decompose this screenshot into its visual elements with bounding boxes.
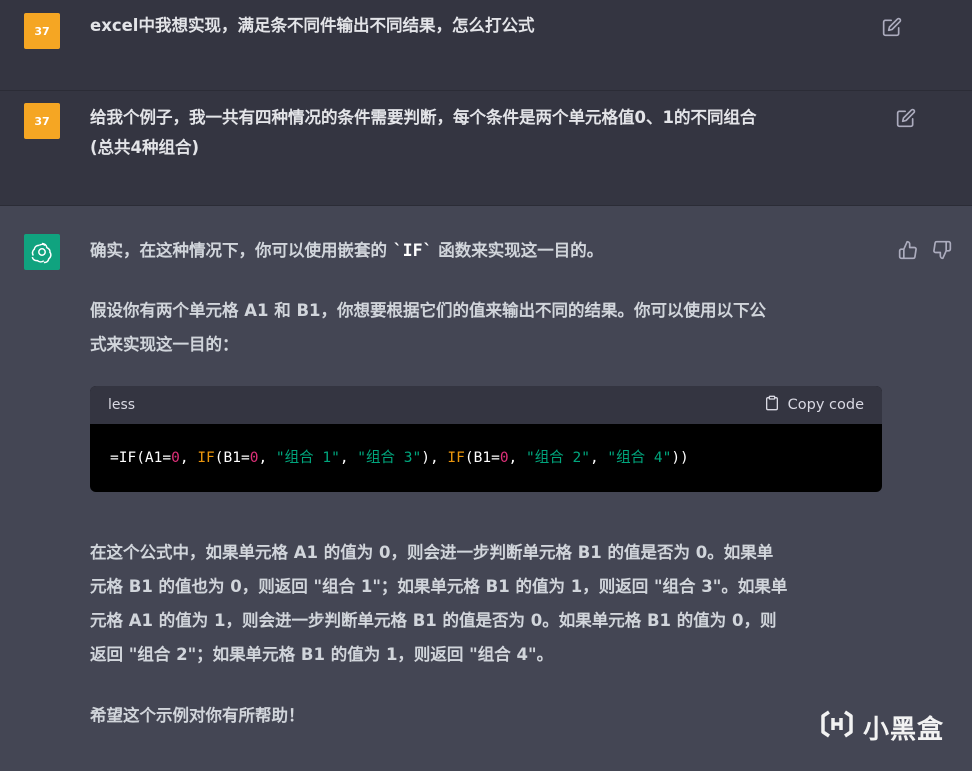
paragraph-line: 假设你有两个单元格 A1 和 B1，你想要根据它们的值来输出不同的结果。你可以使… (90, 301, 767, 320)
xiaoheihe-logo-icon (819, 706, 855, 749)
code-token: (B1= (464, 450, 500, 466)
code-token: )) (671, 450, 689, 466)
assistant-paragraph-3: 在这个公式中，如果单元格 A1 的值为 0，则会进一步判断单元格 B1 的值是否… (90, 536, 880, 672)
code-token: , (258, 450, 276, 466)
openai-logo-icon (24, 234, 60, 270)
code-token: IF (447, 450, 465, 466)
user-message-text: 给我个例子，我一共有四种情况的条件需要判断，每个条件是两个单元格值0、1的不同组… (90, 103, 880, 163)
copy-code-button[interactable]: Copy code (764, 395, 864, 415)
feedback-buttons (898, 240, 952, 264)
edit-icon[interactable] (882, 17, 902, 37)
code-token: "组合 4" (607, 450, 672, 466)
copy-code-label: Copy code (787, 397, 864, 413)
paragraph-line: 元格 A1 的值为 1，则会进一步判断单元格 B1 的值是否为 0。如果单元格 … (90, 611, 777, 630)
code-token: "组合 1" (275, 450, 340, 466)
paragraph-line: 返回 "组合 2"；如果单元格 B1 的值为 1，则返回 "组合 4"。 (90, 645, 554, 664)
code-token: , (339, 450, 358, 466)
user-avatar-label: 37 (34, 24, 50, 38)
code-token: (B1= (214, 450, 250, 466)
assistant-intro: 确实，在这种情况下，你可以使用嵌套的 `IF` 函数来实现这一目的。 (90, 234, 880, 268)
code-token: , (589, 450, 608, 466)
paragraph-line: 式来实现这一目的： (90, 335, 239, 354)
code-token: "组合 3" (357, 450, 422, 466)
watermark-text: 小黑盒 (862, 715, 944, 745)
user-avatar: 37 (24, 13, 60, 49)
user-message-text: excel中我想实现，满足条不同件输出不同结果，怎么打公式 (90, 16, 535, 35)
code-language: less (108, 397, 136, 413)
code-header: less Copy code (90, 386, 882, 424)
code-token: 0 (499, 450, 509, 466)
intro-text: 确实，在这种情况下，你可以使用嵌套的 (90, 241, 393, 260)
code-token: 0 (171, 450, 180, 466)
assistant-closing: 希望这个示例对你有所帮助！ (90, 706, 305, 725)
clipboard-icon (764, 395, 780, 415)
code-content: =IF(A1=0, IF(B1=0, "组合 1", "组合 3"), IF(B… (90, 424, 882, 489)
code-block: less Copy code =IF(A1=0, IF(B1=0, "组合 1"… (90, 386, 882, 492)
code-token: , (179, 450, 198, 466)
code-token: "组合 2" (526, 450, 590, 466)
code-token: ), (421, 450, 448, 466)
user-avatar: 37 (24, 103, 60, 139)
user-message-2: 37 给我个例子，我一共有四种情况的条件需要判断，每个条件是两个单元格值0、1的… (0, 91, 972, 206)
inline-code: `IF` (392, 241, 433, 260)
user-message-line: 给我个例子，我一共有四种情况的条件需要判断，每个条件是两个单元格值0、1的不同组… (90, 108, 757, 127)
thumbs-up-icon[interactable] (898, 240, 918, 264)
thumbs-down-icon[interactable] (932, 240, 952, 264)
user-message-line: (总共4种组合) (90, 138, 200, 157)
intro-text: 函数来实现这一目的。 (432, 241, 604, 260)
code-token: , (508, 450, 527, 466)
assistant-paragraph-2: 假设你有两个单元格 A1 和 B1，你想要根据它们的值来输出不同的结果。你可以使… (90, 294, 880, 362)
paragraph-line: 元格 B1 的值也为 0，则返回 "组合 1"；如果单元格 B1 的值为 1，则… (90, 577, 788, 596)
watermark: 小黑盒 (819, 706, 944, 749)
code-token: =IF(A1= (110, 450, 172, 466)
user-message-1: 37 excel中我想实现，满足条不同件输出不同结果，怎么打公式 (0, 0, 972, 91)
code-token: IF (197, 450, 215, 466)
paragraph-line: 在这个公式中，如果单元格 A1 的值为 0，则会进一步判断单元格 B1 的值是否… (90, 543, 774, 562)
user-avatar-label: 37 (34, 114, 50, 128)
edit-icon[interactable] (896, 108, 916, 128)
